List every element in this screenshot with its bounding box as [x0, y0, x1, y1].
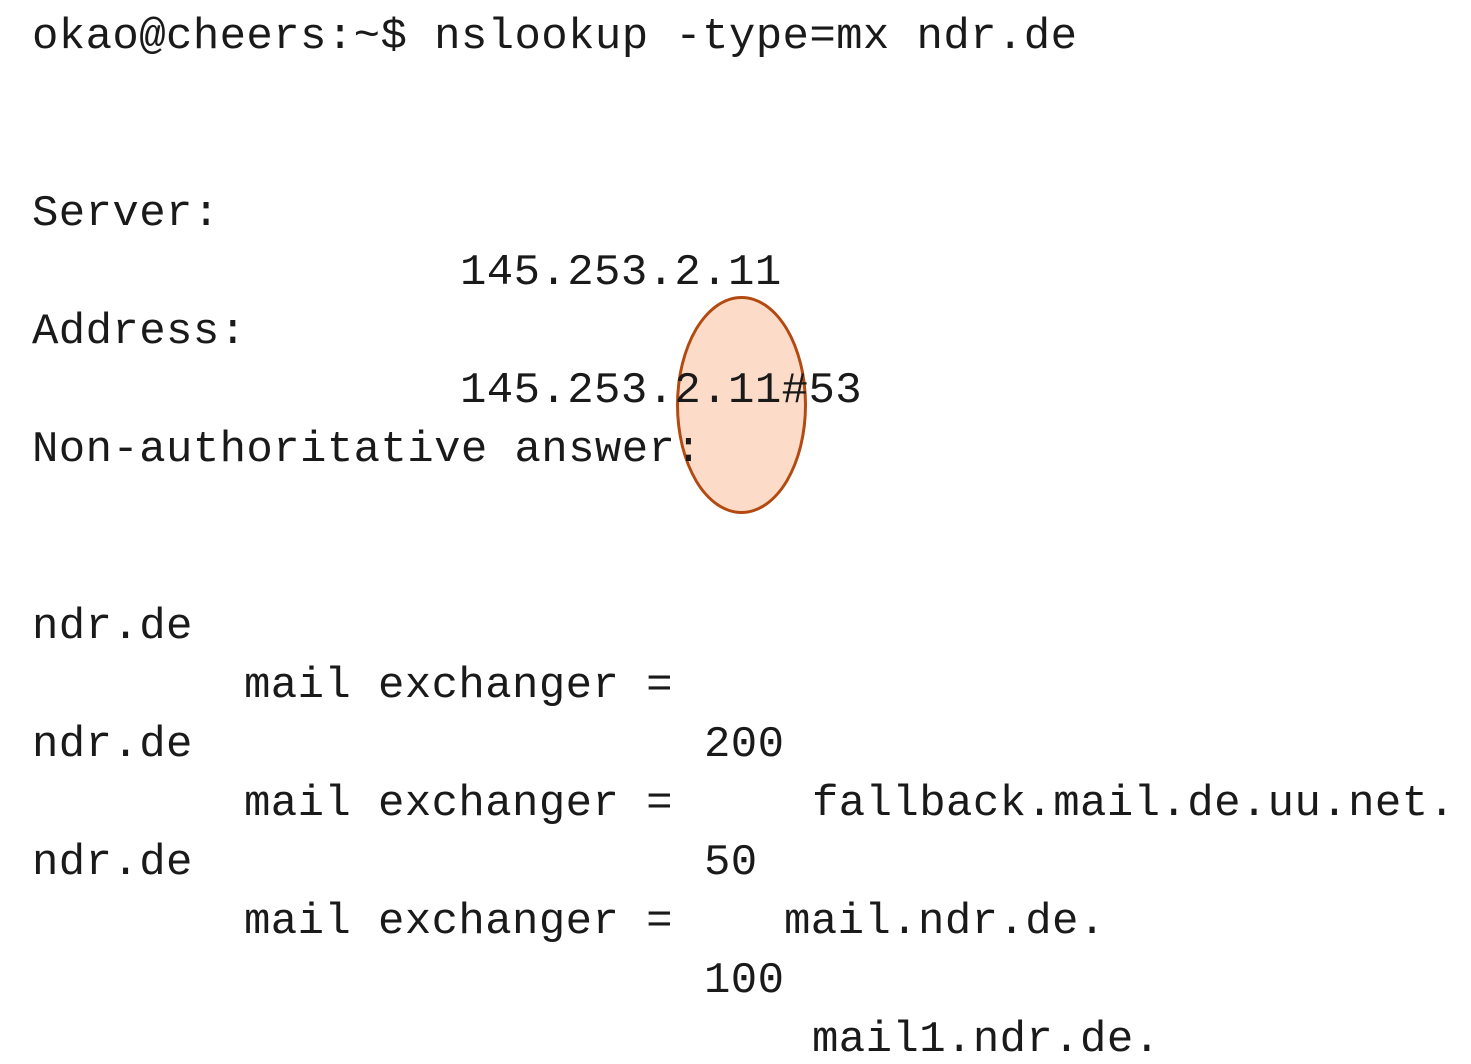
mx-host: ndr.de [32, 602, 193, 652]
mx-record-row: ndr.de mail exchanger = 200 fallback.mai… [32, 539, 1462, 829]
address-line: Address: 145.253.2.11#53 [32, 244, 1462, 416]
server-label: Server: [32, 189, 220, 239]
mx-exchanger: mail.ndr.de. [784, 897, 1106, 947]
command-prompt-line: okao@cheers:~$ nslookup -type=mx ndr.de [32, 12, 1078, 62]
address-value: 145.253.2.11#53 [460, 366, 863, 416]
mx-record-row: ndr.de mail exchanger = 100 mail1.ndr.de… [32, 775, 1462, 1064]
mx-record-row: ndr.de mail exchanger = 50 mail.ndr.de. [32, 657, 1462, 947]
server-line: Server: 145.253.2.11 [32, 126, 1462, 298]
address-label: Address: [32, 307, 247, 357]
mx-preference: 200 [704, 720, 785, 770]
mx-type: mail exchanger = [244, 897, 673, 947]
terminal-output: okao@cheers:~$ nslookup -type=mx ndr.de … [32, 8, 1462, 1064]
mx-preference: 50 [704, 838, 758, 888]
mx-preference: 100 [704, 956, 785, 1006]
mx-host: ndr.de [32, 838, 193, 888]
mx-host: ndr.de [32, 720, 193, 770]
answer-header: Non-authoritative answer: [32, 425, 703, 475]
mx-exchanger: mail1.ndr.de. [812, 1015, 1161, 1064]
